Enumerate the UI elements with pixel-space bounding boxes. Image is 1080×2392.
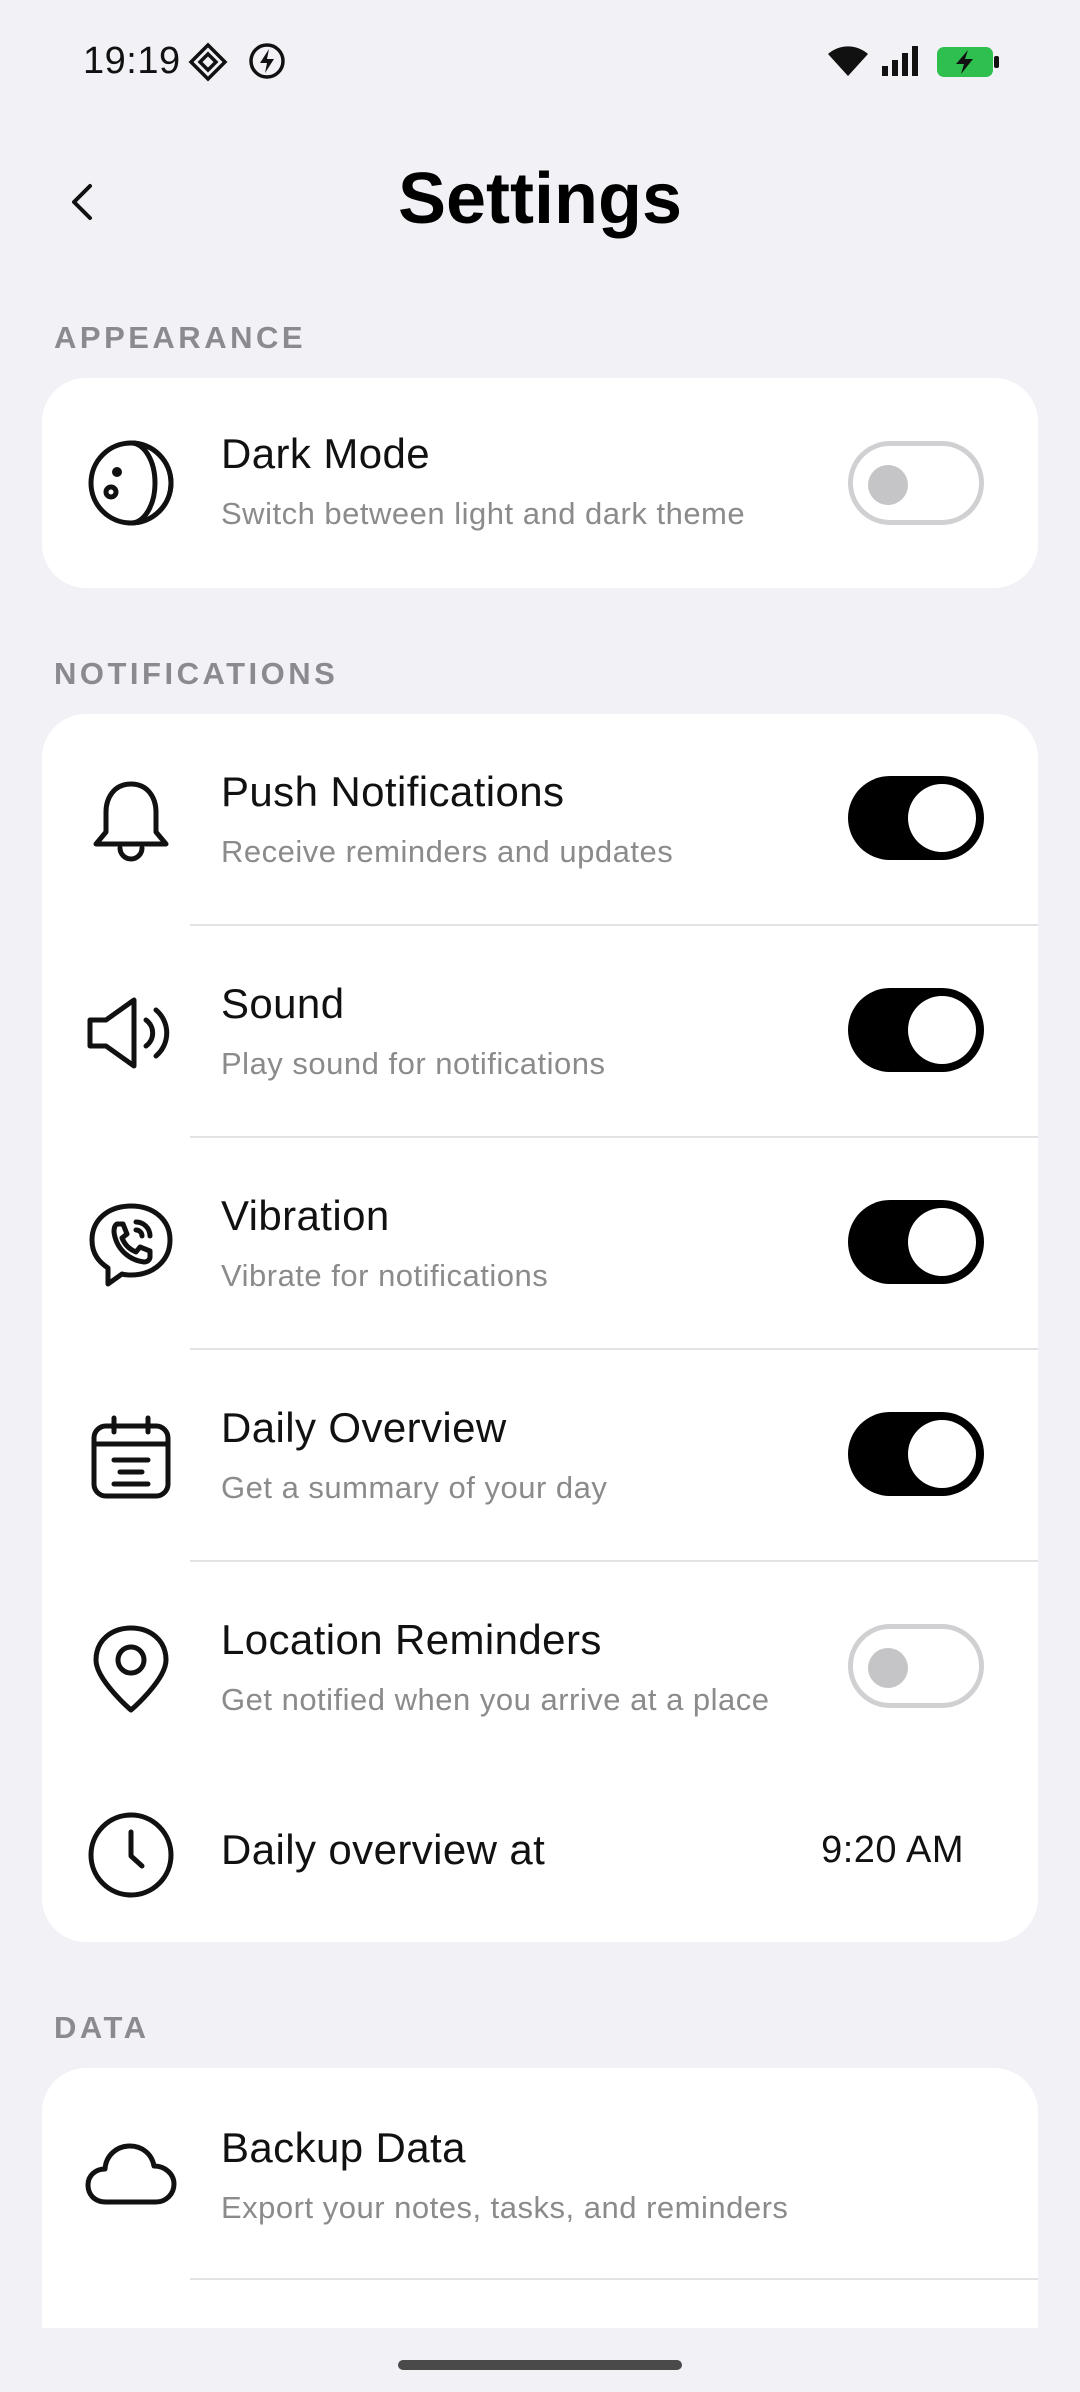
toggle-knob: [868, 1648, 908, 1688]
setting-subtitle: Export your notes, tasks, and reminders: [221, 2190, 789, 2225]
setting-title: Sound: [221, 980, 345, 1027]
daily-overview-time-value[interactable]: 9:20 AM: [821, 1829, 964, 1872]
dark-mode-toggle[interactable]: [848, 441, 984, 525]
location-pin-icon: [93, 1625, 169, 1713]
home-indicator[interactable]: [398, 2360, 682, 2370]
setting-title: Backup Data: [221, 2124, 466, 2171]
section-label-appearance: APPEARANCE: [54, 320, 307, 355]
setting-subtitle: Receive reminders and updates: [221, 834, 674, 869]
setting-row-vibration[interactable]: Vibration Vibrate for notifications: [42, 1138, 1038, 1350]
status-bar: 19:19: [0, 0, 1080, 126]
section-label-notifications: NOTIFICATIONS: [54, 656, 339, 691]
setting-subtitle: Play sound for notifications: [221, 1046, 606, 1081]
dark-mode-icon: [88, 440, 174, 526]
setting-row-push-notifications[interactable]: Push Notifications Receive reminders and…: [42, 714, 1038, 926]
toggle-knob: [908, 996, 976, 1064]
divider: [190, 2278, 1038, 2280]
appearance-card: Dark Mode Switch between light and dark …: [42, 378, 1038, 588]
status-time: 19:19: [83, 40, 181, 82]
setting-subtitle: Switch between light and dark theme: [221, 496, 746, 531]
setting-title: Location Reminders: [221, 1616, 602, 1663]
power-saving-icon: [249, 43, 285, 79]
setting-title: Daily Overview: [221, 1404, 507, 1451]
setting-title: Dark Mode: [221, 430, 431, 477]
setting-subtitle: Get notified when you arrive at a place: [221, 1682, 770, 1717]
location-reminders-toggle[interactable]: [848, 1624, 984, 1708]
setting-row-daily-overview-time[interactable]: Daily overview at 9:20 AM: [42, 1762, 1038, 1942]
toggle-knob: [908, 1208, 976, 1276]
signal-icon: [882, 46, 918, 76]
data-card: Backup Data Export your notes, tasks, an…: [42, 2068, 1038, 2328]
setting-title: Vibration: [221, 1192, 390, 1239]
setting-title: Push Notifications: [221, 768, 565, 815]
setting-row-daily-overview[interactable]: Daily Overview Get a summary of your day: [42, 1350, 1038, 1562]
battery-charging-icon: [937, 47, 999, 77]
clock-icon: [88, 1812, 174, 1898]
cloud-icon: [85, 2143, 177, 2205]
notifications-card: Push Notifications Receive reminders and…: [42, 714, 1038, 1942]
vibration-toggle[interactable]: [848, 1200, 984, 1284]
setting-subtitle: Vibrate for notifications: [221, 1258, 549, 1293]
setting-row-backup-data[interactable]: Backup Data Export your notes, tasks, an…: [42, 2068, 1038, 2278]
setting-row-location-reminders[interactable]: Location Reminders Get notified when you…: [42, 1562, 1038, 1762]
daily-overview-toggle[interactable]: [848, 1412, 984, 1496]
setting-row-dark-mode[interactable]: Dark Mode Switch between light and dark …: [42, 378, 1038, 588]
setting-row-sound[interactable]: Sound Play sound for notifications: [42, 926, 1038, 1138]
setting-subtitle: Get a summary of your day: [221, 1470, 608, 1505]
vpn-diamond-icon: [188, 42, 228, 82]
setting-title: Daily overview at: [221, 1826, 546, 1873]
phone-vibrate-icon: [89, 1203, 173, 1287]
page-title: Settings: [397, 159, 683, 239]
push-notifications-toggle[interactable]: [848, 776, 984, 860]
speaker-icon: [87, 997, 170, 1069]
bell-icon: [93, 781, 169, 862]
toggle-knob: [908, 1420, 976, 1488]
calendar-icon: [91, 1415, 171, 1499]
sound-toggle[interactable]: [848, 988, 984, 1072]
toggle-knob: [868, 465, 908, 505]
header: Settings: [0, 150, 1080, 270]
wifi-icon: [828, 46, 868, 76]
section-label-data: DATA: [54, 2010, 150, 2045]
toggle-knob: [908, 784, 976, 852]
